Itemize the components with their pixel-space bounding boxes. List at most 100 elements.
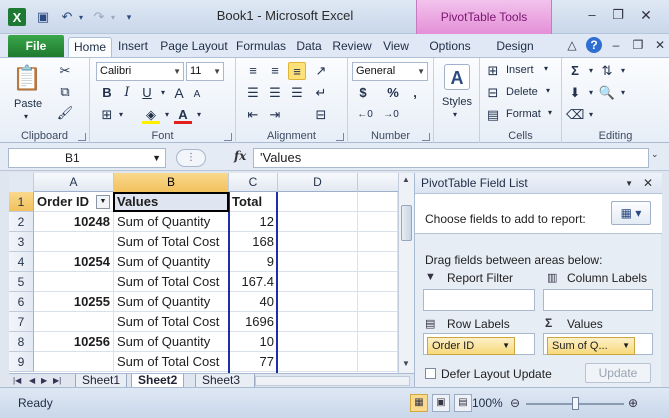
- tab-review[interactable]: Review: [330, 37, 374, 57]
- values-area[interactable]: Sum of Q... ▼: [543, 333, 653, 355]
- paste-dropdown-icon[interactable]: ▾: [24, 112, 28, 121]
- filter-dropdown-icon[interactable]: ▼: [96, 195, 110, 209]
- zoom-slider-thumb[interactable]: [572, 397, 579, 410]
- row-header[interactable]: 4: [9, 252, 34, 272]
- delete-cells-button[interactable]: Delete: [506, 86, 538, 98]
- alignment-launcher-icon[interactable]: [336, 133, 344, 141]
- cell-order-id[interactable]: [34, 232, 114, 252]
- tab-insert[interactable]: Insert: [115, 37, 151, 57]
- cell-values[interactable]: Sum of Quantity: [114, 292, 229, 312]
- align-center-icon[interactable]: ☰: [266, 84, 284, 102]
- font-launcher-icon[interactable]: [224, 133, 232, 141]
- formula-input[interactable]: 'Values: [253, 148, 649, 168]
- column-header-b[interactable]: B: [114, 173, 229, 192]
- cell-order-id[interactable]: Order ID ▼: [34, 192, 114, 212]
- row-header[interactable]: 6: [9, 292, 34, 312]
- paste-icon[interactable]: 📋: [12, 64, 42, 94]
- update-button[interactable]: Update: [585, 363, 651, 383]
- tab-view[interactable]: View: [380, 37, 412, 57]
- cell-empty[interactable]: [278, 192, 358, 212]
- cell-empty[interactable]: [278, 232, 358, 252]
- page-layout-view-icon[interactable]: ▣: [432, 394, 450, 412]
- delete-cells-icon[interactable]: ⊟: [484, 84, 502, 102]
- minimize-icon[interactable]: –: [582, 6, 602, 24]
- number-launcher-icon[interactable]: [422, 133, 430, 141]
- tab-data[interactable]: Data: [294, 37, 324, 57]
- row-labels-area[interactable]: Order ID ▼: [423, 333, 535, 355]
- cell-order-id[interactable]: [34, 272, 114, 292]
- cell-values[interactable]: Sum of Quantity: [114, 252, 229, 272]
- cell-empty[interactable]: [278, 272, 358, 292]
- row-header[interactable]: 9: [9, 352, 34, 372]
- bold-button[interactable]: B: [98, 84, 116, 102]
- paste-button[interactable]: Paste: [14, 98, 42, 110]
- row-header[interactable]: 7: [9, 312, 34, 332]
- expand-formula-handle[interactable]: ⋮: [176, 149, 206, 167]
- cell-empty[interactable]: [358, 332, 398, 352]
- tab-file[interactable]: File: [8, 35, 64, 57]
- align-middle-icon[interactable]: ≡: [266, 62, 284, 80]
- insert-cells-icon[interactable]: ⊞: [484, 62, 502, 80]
- align-left-icon[interactable]: ☰: [244, 84, 262, 102]
- italic-button[interactable]: I: [118, 84, 136, 102]
- report-filter-area[interactable]: [423, 289, 535, 311]
- decrease-indent-icon[interactable]: ⇤: [244, 106, 262, 124]
- close-icon[interactable]: ✕: [636, 6, 656, 24]
- cell-values[interactable]: Sum of Quantity: [114, 212, 229, 232]
- restore-icon[interactable]: ❐: [608, 6, 628, 24]
- column-header-d[interactable]: D: [278, 173, 358, 192]
- row-header[interactable]: 1: [9, 192, 34, 212]
- zoom-level[interactable]: 100%: [472, 396, 503, 410]
- zoom-in-icon[interactable]: ⊕: [628, 396, 638, 410]
- undo-dropdown-icon[interactable]: ▾: [72, 8, 90, 26]
- cell-values[interactable]: Sum of Total Cost: [114, 312, 229, 332]
- styles-icon[interactable]: A: [444, 64, 470, 90]
- pane-close-icon[interactable]: ✕: [643, 173, 653, 194]
- pane-options-icon[interactable]: ▼: [625, 173, 633, 194]
- column-labels-area[interactable]: [543, 289, 653, 311]
- cell-empty[interactable]: [358, 312, 398, 332]
- cell-order-id[interactable]: 10256: [34, 332, 114, 352]
- workbook-restore-icon[interactable]: ❐: [630, 37, 646, 53]
- sort-dropdown-icon[interactable]: ▾: [614, 62, 632, 80]
- column-header-c[interactable]: C: [229, 173, 278, 192]
- cell-values[interactable]: Sum of Total Cost: [114, 352, 229, 372]
- cell-empty[interactable]: [278, 312, 358, 332]
- sheet-tab-sheet2[interactable]: Sheet2: [131, 374, 185, 388]
- percent-button[interactable]: %: [384, 84, 402, 102]
- insert-dropdown-icon[interactable]: ▾: [544, 64, 548, 73]
- sheet-tab-sheet1[interactable]: Sheet1: [75, 374, 128, 388]
- format-cells-icon[interactable]: ▤: [484, 106, 502, 124]
- insert-function-button[interactable]: fx: [234, 149, 246, 163]
- styles-dropdown-icon[interactable]: ▾: [453, 110, 457, 119]
- cell-order-id[interactable]: [34, 352, 114, 372]
- cell-empty[interactable]: [358, 352, 398, 372]
- cut-icon[interactable]: ✂: [56, 62, 74, 80]
- copy-icon[interactable]: ⧉: [56, 83, 74, 101]
- align-top-icon[interactable]: ≡: [244, 62, 262, 80]
- field-list-layout-button[interactable]: ▦ ▾: [611, 201, 651, 225]
- row-header[interactable]: 5: [9, 272, 34, 292]
- wrap-text-icon[interactable]: ↵: [312, 84, 330, 102]
- cell-empty[interactable]: [358, 192, 398, 212]
- workbook-close-icon[interactable]: ✕: [652, 37, 668, 53]
- currency-button[interactable]: $: [354, 84, 372, 102]
- cell-order-id[interactable]: 10254: [34, 252, 114, 272]
- cell-empty[interactable]: [358, 232, 398, 252]
- name-box[interactable]: B1 ▼: [8, 148, 166, 168]
- comma-button[interactable]: ,: [406, 84, 424, 102]
- cell-values[interactable]: Values: [114, 192, 229, 212]
- decrease-decimal-icon[interactable]: →0: [382, 106, 400, 124]
- row-header[interactable]: 3: [9, 232, 34, 252]
- cell-values[interactable]: Sum of Total Cost: [114, 272, 229, 292]
- row-field-chip[interactable]: Order ID ▼: [427, 337, 515, 355]
- prev-sheet-icon[interactable]: ◀: [29, 374, 35, 387]
- font-color-dropdown-icon[interactable]: ▾: [190, 106, 208, 124]
- cell-empty[interactable]: [278, 212, 358, 232]
- font-shrink-button[interactable]: A: [188, 86, 206, 104]
- tab-formulas[interactable]: Formulas: [234, 37, 288, 57]
- number-format-combo[interactable]: General ▼: [352, 62, 428, 81]
- delete-dropdown-icon[interactable]: ▾: [546, 86, 550, 95]
- font-grow-button[interactable]: A: [170, 84, 188, 102]
- defer-checkbox[interactable]: [425, 368, 436, 379]
